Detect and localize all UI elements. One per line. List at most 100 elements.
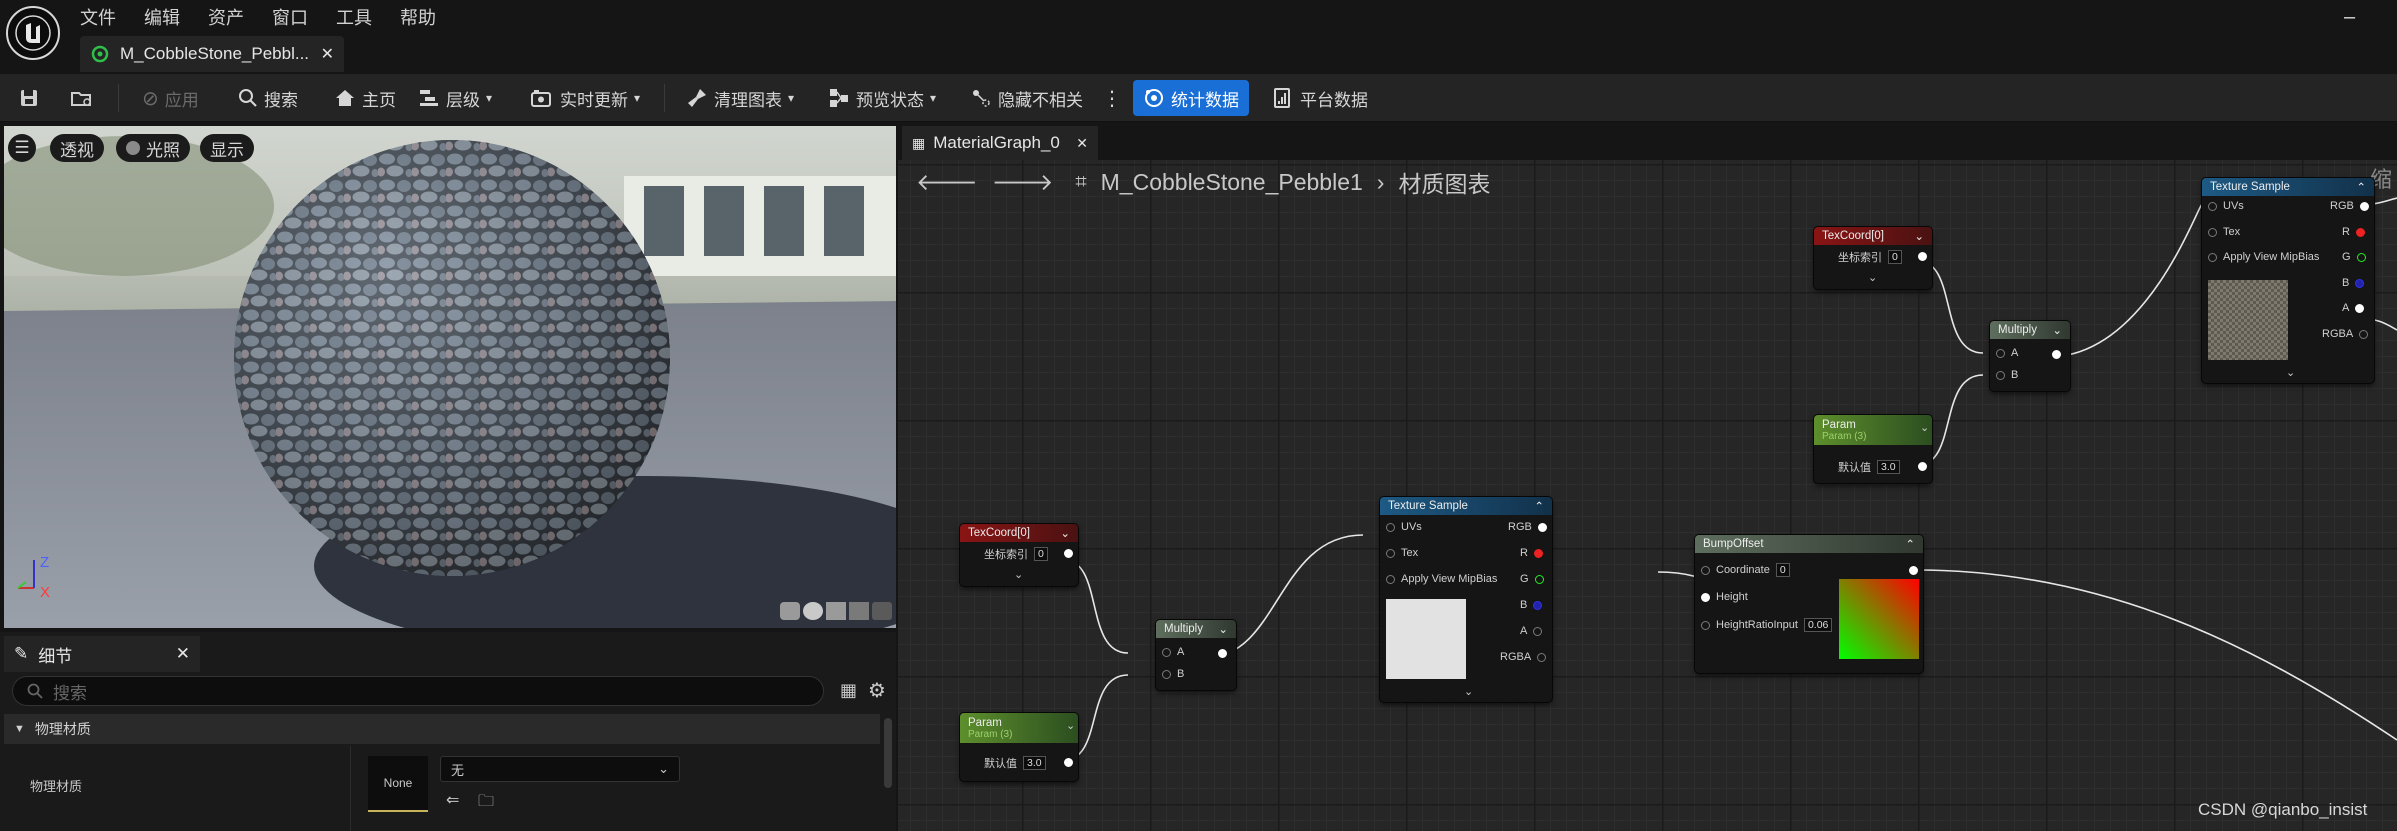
collapse-icon[interactable]: ⌄ (1218, 622, 1228, 636)
section-physical-material[interactable]: ▼ 物理材质 (4, 714, 880, 744)
input-pin[interactable] (1701, 565, 1710, 575)
input-pin[interactable] (2208, 201, 2217, 211)
viewport-menu-button[interactable]: ☰ (8, 134, 36, 162)
default-value-field[interactable]: 3.0 (1023, 756, 1046, 770)
multiply-node-top[interactable]: Multiply ⌄ A B (1990, 321, 2070, 391)
hierarchy-button[interactable]: 层级 ▾ (412, 82, 498, 114)
collapse-icon[interactable]: ⌄ (1920, 421, 1929, 434)
texcoord-node-top[interactable]: TexCoord[0] ⌄ 坐标索引 0 ⌄ (1814, 227, 1932, 289)
output-pin[interactable] (1064, 758, 1073, 767)
material-preview-viewport[interactable]: Z X ☰ 透视 光照 显示 (4, 126, 896, 628)
collapse-icon[interactable]: ⌃ (1905, 537, 1915, 551)
texture-sample-node-center[interactable]: Texture Sample ⌃ UVs Tex Apply View MipBi… (1380, 497, 1552, 702)
apply-button[interactable]: ⊘ 应用 (136, 82, 205, 114)
clean-graph-button[interactable]: 清理图表 ▾ (680, 82, 800, 114)
stats-button[interactable]: 统计数据 (1133, 80, 1249, 116)
param-node-bottom[interactable]: Param Param (3) ⌄ 默认值 3.0 (960, 713, 1078, 781)
output-pin[interactable] (2355, 278, 2365, 288)
collapse-icon[interactable]: ⌄ (1066, 719, 1075, 732)
output-pin[interactable] (2355, 227, 2365, 237)
input-pin[interactable] (1162, 669, 1171, 679)
breadcrumb-graph[interactable]: 材质图表 (1398, 165, 1490, 199)
input-pin[interactable] (2208, 227, 2217, 237)
cylinder-icon[interactable] (780, 602, 800, 620)
output-pin[interactable] (1918, 252, 1927, 261)
menu-edit[interactable]: 编辑 (144, 4, 180, 30)
home-button[interactable]: 主页 (328, 82, 402, 114)
collapse-icon[interactable]: ⌄ (2052, 323, 2062, 337)
lit-button[interactable]: 光照 (116, 134, 190, 162)
output-pin[interactable] (1537, 652, 1547, 662)
gear-icon[interactable]: ⚙ (868, 678, 886, 703)
asset-picker-dropdown[interactable]: 无 ⌄ (440, 756, 680, 782)
height-ratio-field[interactable]: 0.06 (1803, 618, 1833, 632)
collapse-icon[interactable]: ⌄ (1914, 229, 1924, 243)
material-graph-canvas[interactable]: 🡐 🡒 ⌗ M_CobbleStone_Pebble1 › 材质图表 缩 Tex… (898, 160, 2397, 831)
plane-icon[interactable] (826, 602, 846, 620)
expand-icon[interactable]: ⌄ (1868, 271, 1877, 284)
cube-icon[interactable] (849, 602, 869, 620)
input-pin[interactable] (2208, 252, 2217, 262)
output-pin[interactable] (2356, 252, 2366, 262)
unreal-logo-icon[interactable] (6, 6, 60, 60)
menu-file[interactable]: 文件 (80, 4, 116, 30)
perspective-button[interactable]: 透视 (50, 134, 104, 162)
expand-icon[interactable]: ⌄ (1014, 568, 1023, 581)
platform-stats-button[interactable]: 平台数据 (1266, 82, 1374, 114)
input-pin[interactable] (1386, 522, 1395, 532)
output-pin[interactable] (2359, 201, 2369, 211)
output-pin[interactable] (1218, 649, 1227, 658)
output-pin[interactable] (1909, 566, 1918, 575)
output-pin[interactable] (1533, 548, 1543, 558)
output-pin[interactable] (1533, 600, 1543, 610)
collapse-icon[interactable]: ⌃ (1534, 499, 1544, 513)
input-pin[interactable] (1996, 348, 2005, 358)
texture-sample-node-top[interactable]: Texture Sample ⌃ UVs Tex Apply View MipBi… (2202, 178, 2374, 383)
output-pin[interactable] (1537, 522, 1547, 532)
use-selected-icon[interactable]: ⇐ (446, 790, 459, 810)
browse-folder-icon[interactable]: 🗀 (478, 790, 494, 817)
details-scrollbar[interactable] (884, 718, 892, 788)
asset-thumbnail[interactable]: None (368, 756, 428, 812)
collapse-icon[interactable]: ⌃ (2356, 180, 2366, 194)
output-pin[interactable] (2359, 329, 2369, 339)
table-view-icon[interactable]: ▦ (840, 680, 857, 701)
input-pin[interactable] (1996, 370, 2005, 380)
input-pin[interactable] (1701, 592, 1710, 602)
output-pin[interactable] (1534, 574, 1544, 584)
search-button[interactable]: 搜索 (232, 82, 304, 114)
forward-arrow-icon[interactable]: 🡒 (992, 168, 1054, 196)
close-icon[interactable]: ✕ (1076, 135, 1088, 152)
input-pin[interactable] (1701, 620, 1710, 630)
collapse-icon[interactable]: ⌄ (1060, 526, 1070, 540)
output-pin[interactable] (2355, 303, 2365, 313)
default-value-field[interactable]: 3.0 (1877, 460, 1900, 474)
output-pin[interactable] (1533, 626, 1543, 636)
details-tab[interactable]: ✎ 细节 ✕ (4, 636, 200, 672)
bump-offset-node[interactable]: BumpOffset ⌃ Coordinate 0 Height HeightRat… (1695, 535, 1923, 673)
live-update-button[interactable]: 实时更新 ▾ (524, 82, 646, 114)
param-node-top[interactable]: Param Param (3) ⌄ 默认值 3.0 (1814, 415, 1932, 483)
breadcrumb-asset[interactable]: M_CobbleStone_Pebble1 (1101, 169, 1363, 196)
details-search-input[interactable]: 搜索 (12, 676, 824, 706)
output-pin[interactable] (2052, 350, 2061, 359)
custom-mesh-icon[interactable] (872, 602, 892, 620)
preview-state-button[interactable]: 预览状态 ▾ (822, 82, 942, 114)
show-button[interactable]: 显示 (200, 134, 254, 162)
minimize-button[interactable]: – (2344, 6, 2355, 29)
more-options-icon[interactable]: ⋮ (1096, 82, 1128, 114)
save-button[interactable] (12, 82, 46, 114)
menu-tools[interactable]: 工具 (336, 4, 372, 30)
expand-icon[interactable]: ⌄ (2286, 366, 2295, 379)
coord-index-field[interactable]: 0 (1888, 250, 1902, 264)
material-graph-tab[interactable]: ▦ MaterialGraph_0 ✕ (902, 126, 1098, 160)
expand-icon[interactable]: ⌄ (1464, 685, 1473, 698)
browse-button[interactable] (64, 82, 100, 114)
menu-asset[interactable]: 资产 (208, 4, 244, 30)
coord-index-field[interactable]: 0 (1034, 547, 1048, 561)
output-pin[interactable] (1918, 462, 1927, 471)
texcoord-node-bottom[interactable]: TexCoord[0] ⌄ 坐标索引 0 ⌄ (960, 524, 1078, 586)
input-pin[interactable] (1162, 647, 1171, 657)
input-pin[interactable] (1386, 574, 1395, 584)
output-pin[interactable] (1064, 549, 1073, 558)
